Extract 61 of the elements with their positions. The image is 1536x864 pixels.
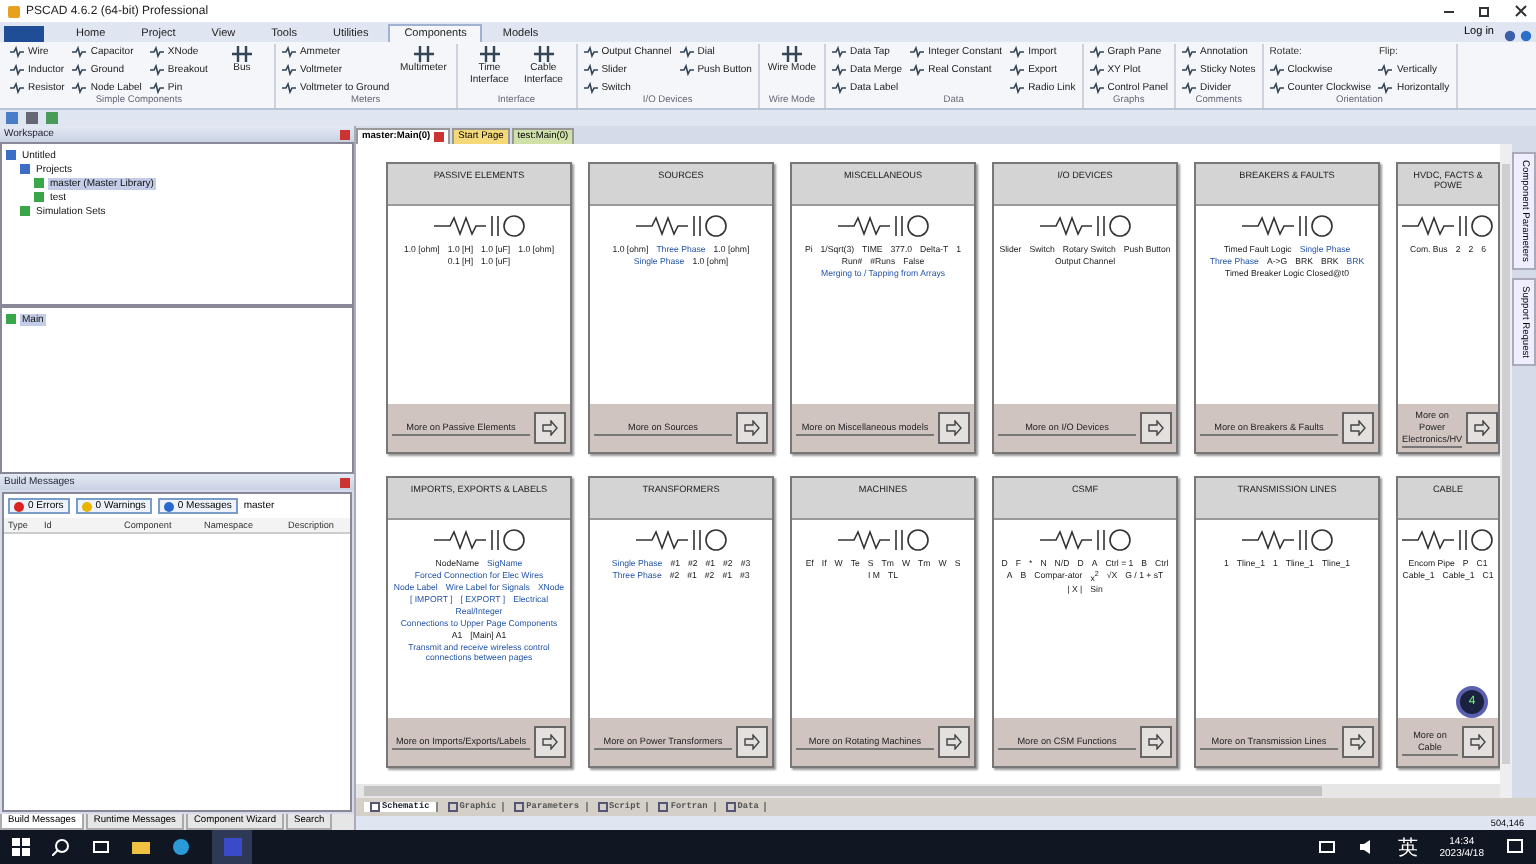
tab-icon — [597, 802, 608, 812]
speaker-icon[interactable] — [1357, 838, 1376, 856]
arrow-icon — [542, 734, 558, 750]
arrow-icon — [744, 734, 760, 750]
arrow-icon — [542, 420, 558, 436]
search-icon[interactable] — [52, 838, 70, 856]
scrollbar-thumb[interactable] — [1502, 164, 1510, 764]
arrow-button[interactable] — [1140, 412, 1172, 444]
circuit-symbols-drawing — [635, 528, 727, 552]
tab-icon — [447, 802, 458, 812]
arrow-button[interactable] — [534, 412, 566, 444]
tab-icon — [370, 802, 380, 812]
status-icon — [81, 501, 92, 511]
circuit-symbols-drawing — [1039, 214, 1131, 238]
arrow-button[interactable] — [938, 412, 970, 444]
circuit-symbols-drawing — [1241, 528, 1333, 552]
input-method-indicator[interactable]: 英 — [1397, 833, 1418, 861]
arrow-icon — [1350, 420, 1366, 436]
component-icon — [477, 44, 502, 64]
arrow-icon — [1470, 734, 1486, 750]
tab-icon — [658, 802, 669, 812]
tab-icon — [514, 802, 525, 812]
arrow-icon — [1148, 734, 1164, 750]
circuit-symbols-drawing — [635, 214, 727, 238]
component-icon — [531, 44, 556, 64]
status-icon — [14, 501, 24, 511]
circuit-symbols-drawing — [1402, 214, 1494, 238]
component-icon — [229, 44, 254, 64]
arrow-icon — [744, 420, 760, 436]
circuit-symbols-drawing — [1402, 528, 1494, 552]
arrow-icon — [946, 734, 962, 750]
task-view-icon[interactable] — [92, 838, 110, 856]
restore-icon[interactable] — [1478, 4, 1492, 18]
close-icon[interactable] — [1514, 4, 1528, 18]
circuit-symbols-drawing — [433, 214, 525, 238]
scrollbar-thumb[interactable] — [364, 786, 1323, 796]
arrow-icon — [1474, 420, 1491, 436]
component-icon — [411, 44, 436, 64]
arrow-button[interactable] — [938, 726, 970, 758]
tab-icon — [725, 802, 736, 812]
arrow-button[interactable] — [1342, 726, 1374, 758]
arrow-button[interactable] — [736, 726, 768, 758]
arrow-button[interactable] — [736, 412, 768, 444]
component-icon — [779, 44, 804, 64]
arrow-button[interactable] — [1466, 412, 1499, 444]
app-icon — [223, 838, 241, 856]
arrow-button[interactable] — [1342, 412, 1374, 444]
circuit-symbols-drawing — [837, 528, 929, 552]
app-icon — [8, 5, 20, 17]
circuit-symbols-drawing — [1039, 528, 1131, 552]
circuit-symbols-drawing — [1241, 214, 1333, 238]
arrow-button[interactable] — [1462, 726, 1494, 758]
arrow-icon — [946, 420, 962, 436]
windows-icon[interactable] — [12, 838, 30, 856]
arrow-icon — [1350, 734, 1366, 750]
arrow-button[interactable] — [1140, 726, 1172, 758]
circuit-symbols-drawing — [837, 214, 929, 238]
status-icon — [163, 501, 174, 511]
arrow-button[interactable] — [534, 726, 566, 758]
arrow-icon — [1148, 420, 1164, 436]
circuit-symbols-drawing — [433, 528, 525, 552]
